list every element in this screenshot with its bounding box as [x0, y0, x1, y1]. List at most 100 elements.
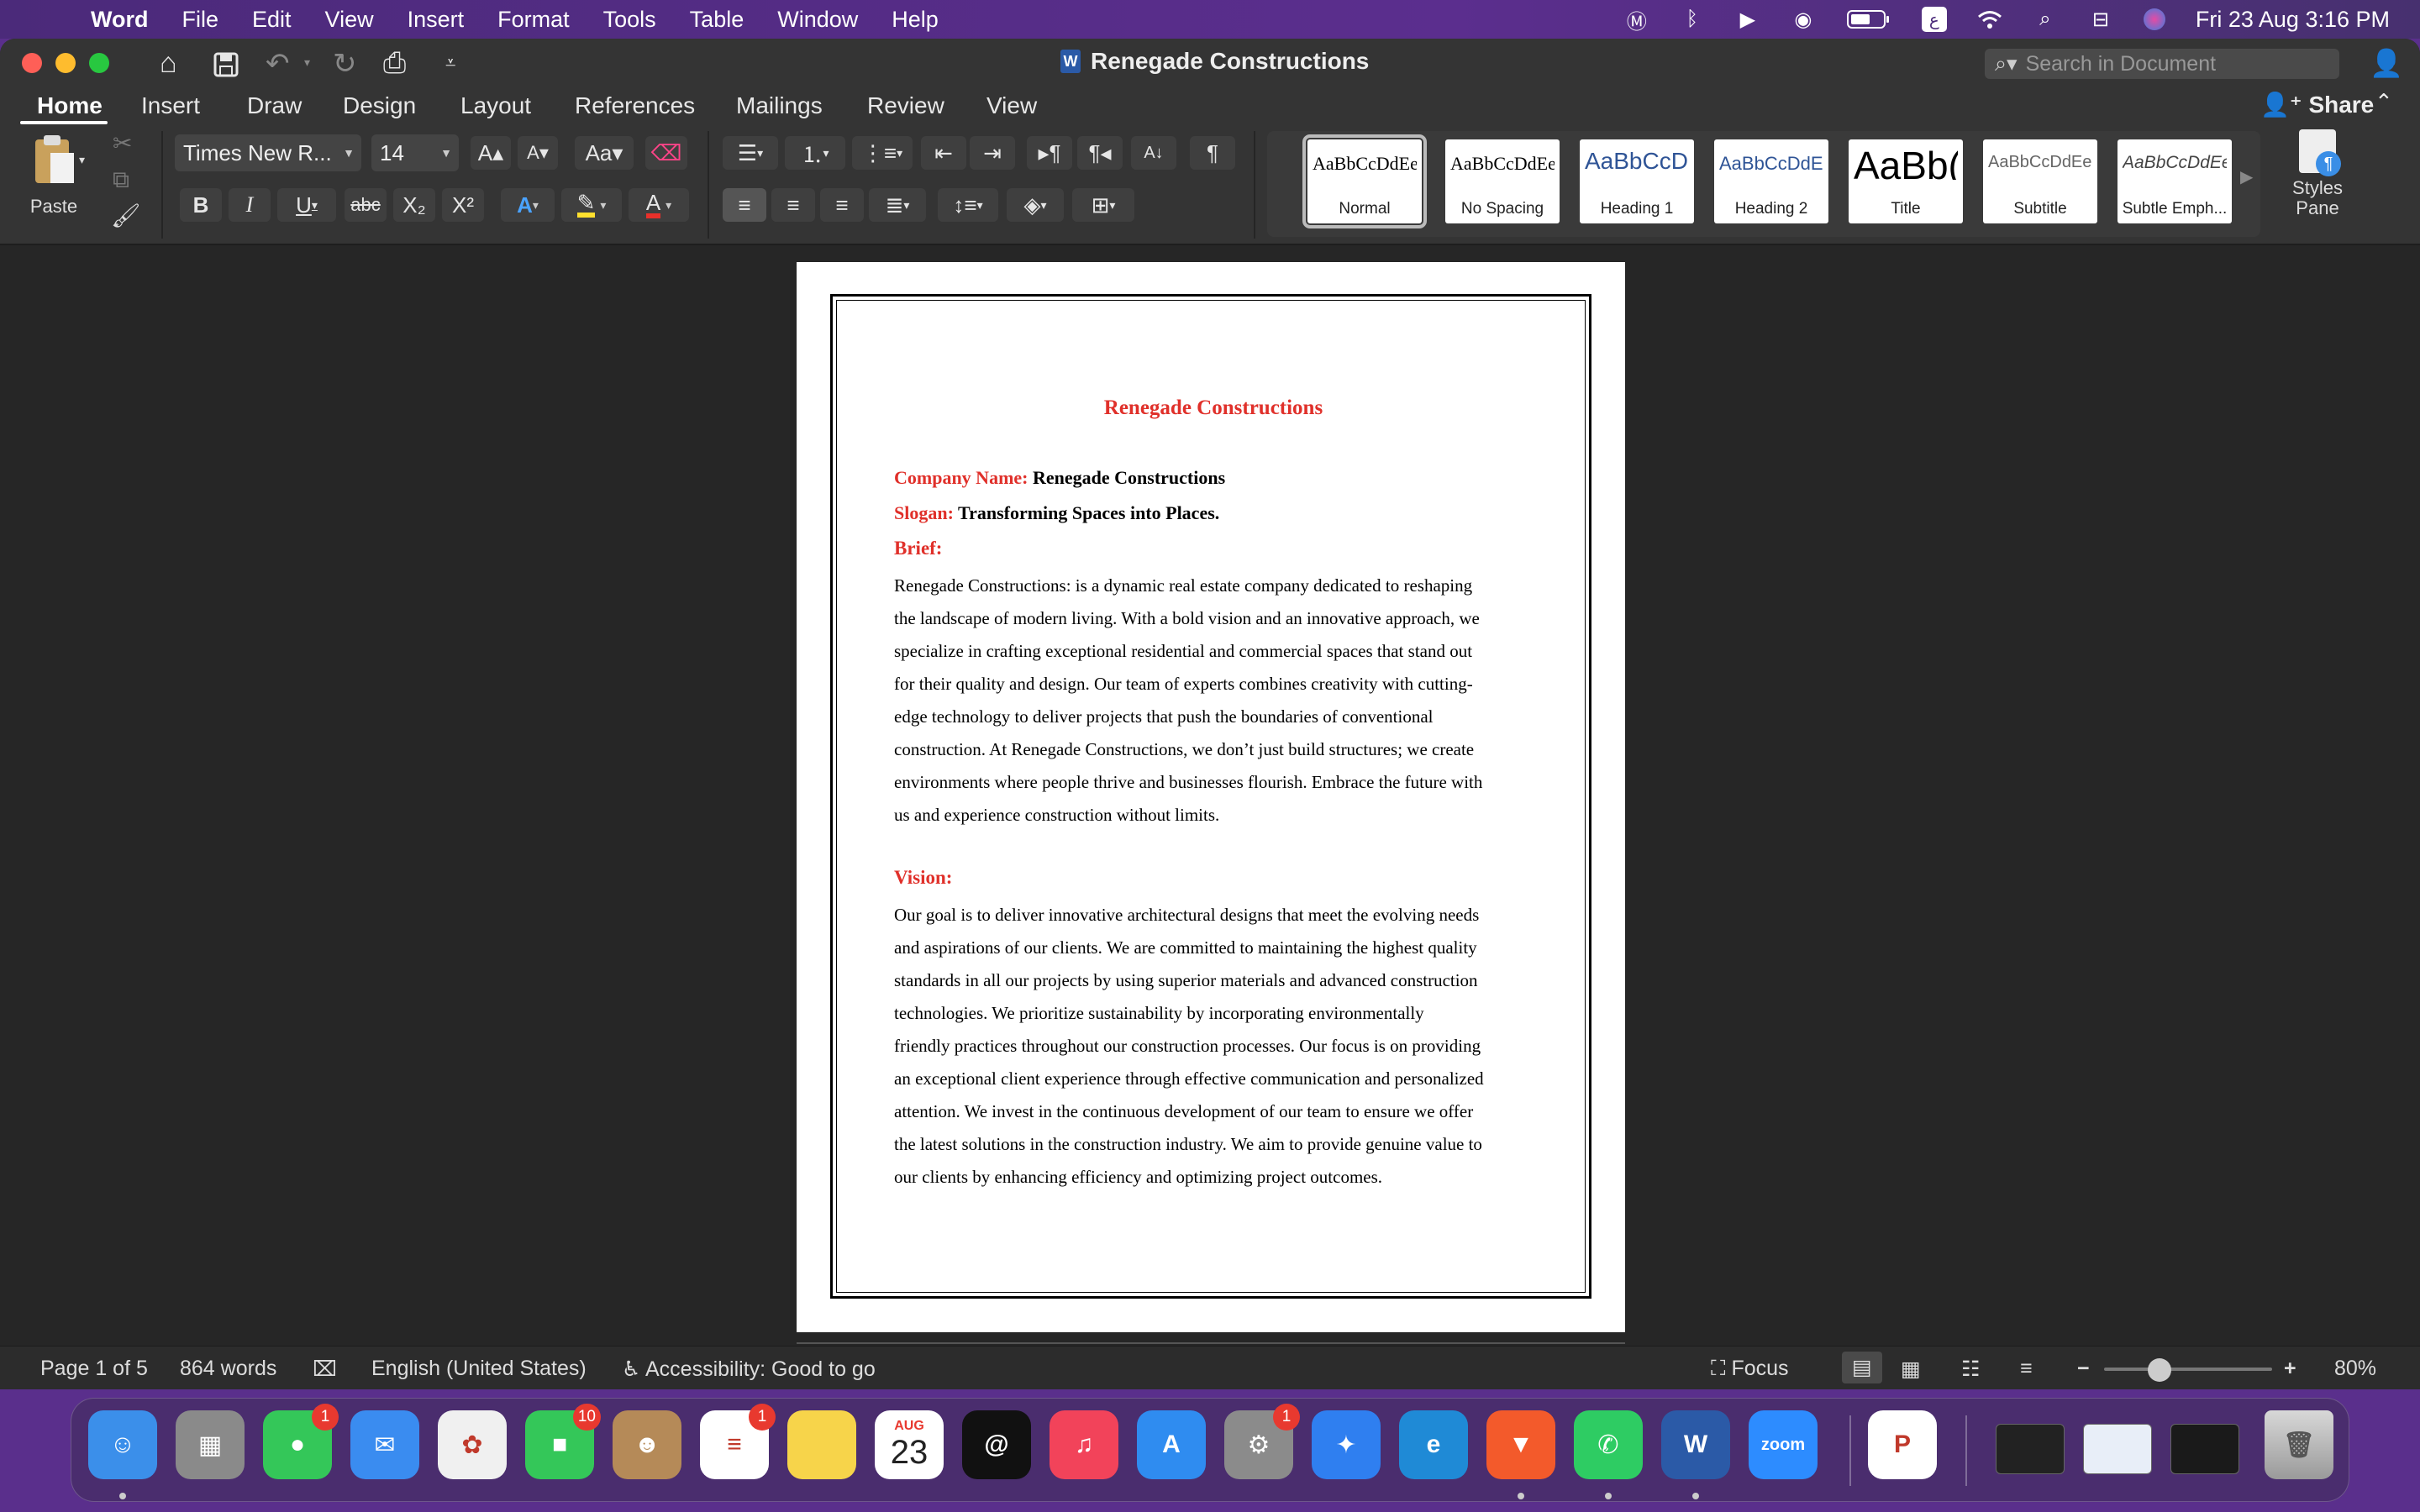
dock-app-app-store[interactable]: A [1137, 1410, 1206, 1479]
dock-trash[interactable]: 🗑 [2265, 1410, 2333, 1479]
paste-dropdown-icon[interactable]: ▾ [79, 153, 85, 167]
font-color-button[interactable]: A ▾ [629, 188, 689, 222]
wifi-icon[interactable] [1977, 7, 2002, 32]
menu-view[interactable]: View [325, 7, 374, 33]
shading-button[interactable]: ◈ ▾ [1007, 188, 1064, 222]
dock-minimized-window-2[interactable] [2083, 1424, 2152, 1474]
dock-app-arc[interactable]: @ [962, 1410, 1031, 1479]
search-document-input[interactable]: ⌕▾ Search in Document [1985, 49, 2339, 79]
menu-table[interactable]: Table [690, 7, 744, 33]
user-account-icon[interactable]: ◉ [1791, 7, 1816, 32]
outline-view-icon[interactable]: ☷ [1961, 1357, 1980, 1382]
dock-app-facetime[interactable]: ■ 10 [525, 1404, 601, 1479]
paste-button[interactable]: Paste [18, 133, 89, 218]
tab-design[interactable]: Design [343, 92, 416, 119]
bold-button[interactable]: B [180, 188, 222, 222]
dock-app-powerpoint[interactable]: P [1868, 1410, 1937, 1479]
dock-minimized-window-1[interactable] [1996, 1424, 2065, 1474]
accessibility-status[interactable]: ♿︎ Accessibility: Good to go [622, 1357, 876, 1382]
close-window-button[interactable] [22, 53, 42, 73]
battery-icon[interactable] [1846, 7, 1891, 32]
style-heading-1[interactable]: AaBbCcDd Heading 1 [1580, 139, 1694, 223]
home-icon[interactable]: ⌂ [160, 47, 177, 80]
justify-button[interactable]: ≣ ▾ [869, 188, 926, 222]
word-count[interactable]: 864 words [180, 1357, 276, 1381]
dock-app-reminders[interactable]: ≡ 1 [700, 1404, 776, 1479]
tab-references[interactable]: References [575, 92, 695, 119]
numbering-button[interactable]: ⒈ ▾ [785, 136, 845, 170]
style-title[interactable]: AaBb( Title [1849, 139, 1963, 223]
show-formatting-button[interactable]: ¶ [1190, 136, 1235, 170]
zoom-out-button[interactable]: − [2077, 1357, 2090, 1381]
dock-app-music[interactable]: ♫ [1050, 1410, 1118, 1479]
tab-review[interactable]: Review [867, 92, 944, 119]
format-painter-icon[interactable]: 🖌 [111, 202, 141, 229]
dock-app-launchpad[interactable]: ▦ [176, 1410, 245, 1479]
undo-icon[interactable]: ↶ [266, 47, 290, 81]
superscript-button[interactable]: X² [442, 188, 484, 222]
account-icon[interactable]: 👤 [2370, 47, 2403, 79]
menu-file[interactable]: File [182, 7, 219, 33]
styles-more-icon[interactable]: ▶ [2240, 166, 2253, 187]
dock-minimized-window-3[interactable] [2170, 1424, 2239, 1474]
share-button[interactable]: 👤⁺ Share [2260, 91, 2374, 118]
highlight-button[interactable]: ✎ ▾ [561, 188, 622, 222]
zoom-window-button[interactable] [89, 53, 109, 73]
draft-view-icon[interactable]: ≡ [2020, 1357, 2033, 1381]
dock-app-system-settings[interactable]: ⚙ 1 [1224, 1404, 1300, 1479]
italic-button[interactable]: I [229, 188, 271, 222]
sort-button[interactable]: A↓ [1131, 136, 1176, 170]
dock-app-zoom[interactable]: zoom [1749, 1410, 1818, 1479]
dock-app-photos[interactable]: ✿ [438, 1410, 507, 1479]
multilevel-list-button[interactable]: ⋮≡ ▾ [852, 136, 913, 170]
font-name-combo[interactable]: Times New R... ▼ [175, 134, 361, 171]
redo-icon[interactable]: ↻ [333, 47, 357, 81]
menu-tools[interactable]: Tools [603, 7, 656, 33]
input-source-icon[interactable]: ع [1921, 7, 1947, 32]
tab-mailings[interactable]: Mailings [736, 92, 823, 119]
collapse-ribbon-icon[interactable]: ⌃ [2375, 89, 2393, 115]
m-app-icon[interactable]: Ⓜ [1624, 7, 1649, 34]
styles-pane-button[interactable]: ¶ Styles Pane [2275, 129, 2360, 218]
subscript-button[interactable]: X₂ [393, 188, 435, 222]
menubar-datetime[interactable]: Fri 23 Aug 3:16 PM [2196, 7, 2390, 33]
web-layout-view-icon[interactable]: ▦ [1901, 1357, 1921, 1382]
menu-edit[interactable]: Edit [252, 7, 292, 33]
zoom-slider-handle[interactable] [2148, 1358, 2171, 1382]
bullets-button[interactable]: ☰ ▾ [723, 136, 778, 170]
tab-insert[interactable]: Insert [141, 92, 200, 119]
align-right-button[interactable]: ≡ [820, 188, 864, 222]
bluetooth-icon[interactable]: ᛒ [1680, 7, 1705, 32]
style-no-spacing[interactable]: AaBbCcDdEe No Spacing [1445, 139, 1560, 223]
language-status[interactable]: English (United States) [371, 1357, 587, 1381]
zoom-slider[interactable] [2104, 1368, 2272, 1371]
style-normal[interactable]: AaBbCcDdEe Normal [1302, 134, 1427, 228]
zoom-level[interactable]: 80% [2334, 1357, 2376, 1381]
menu-window[interactable]: Window [777, 7, 858, 33]
rtl-button[interactable]: ¶◂ [1077, 136, 1123, 170]
align-center-button[interactable]: ≡ [771, 188, 815, 222]
tab-view[interactable]: View [986, 92, 1037, 119]
align-left-button[interactable]: ≡ [723, 188, 766, 222]
font-size-combo[interactable]: 14 ▼ [371, 134, 459, 171]
minimize-window-button[interactable] [55, 53, 76, 73]
menu-insert[interactable]: Insert [408, 7, 465, 33]
customize-toolbar-icon[interactable]: ⩡ [445, 52, 455, 74]
cut-icon[interactable]: ✂ [113, 129, 132, 157]
clear-formatting-button[interactable]: ⌫ [645, 136, 687, 170]
line-spacing-button[interactable]: ↕≡ ▾ [938, 188, 998, 222]
dock-app-finder[interactable]: ☺ [88, 1410, 157, 1479]
menu-format[interactable]: Format [497, 7, 570, 33]
tab-home[interactable]: Home [37, 92, 103, 119]
menu-help[interactable]: Help [892, 7, 939, 33]
page-count[interactable]: Page 1 of 5 [40, 1357, 148, 1381]
dock-app-mail[interactable]: ✉ [350, 1410, 419, 1479]
ltr-button[interactable]: ▸¶ [1027, 136, 1072, 170]
style-subtle-emphasis[interactable]: AaBbCcDdEe Subtle Emph... [2118, 139, 2232, 223]
dock-app-notes[interactable] [787, 1410, 856, 1479]
play-icon[interactable]: ▶ [1735, 7, 1760, 32]
dock-app-contacts[interactable]: ☻ [613, 1410, 681, 1479]
dock-app-edge[interactable]: e [1399, 1410, 1468, 1479]
style-subtitle[interactable]: AaBbCcDdEe Subtitle [1983, 139, 2097, 223]
siri-icon[interactable] [2143, 8, 2165, 30]
